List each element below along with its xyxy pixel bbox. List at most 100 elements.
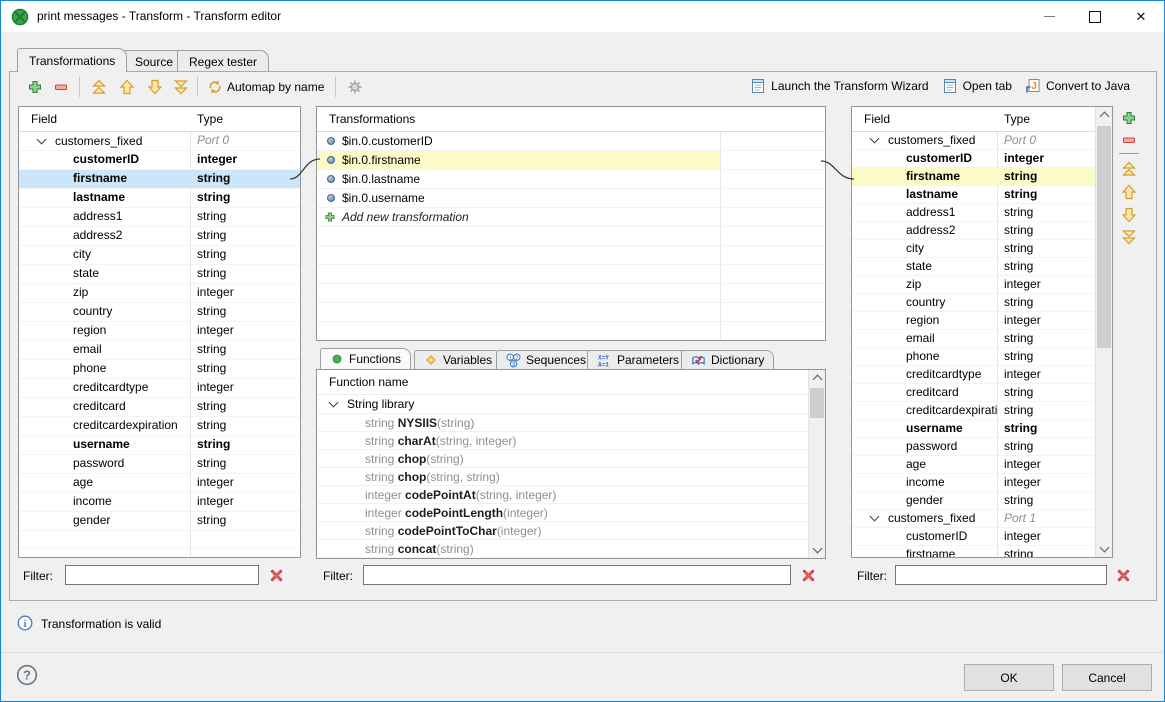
field-row[interactable]: genderstring [852, 492, 1095, 510]
remove-output-field-button[interactable] [1121, 132, 1137, 148]
tab-variables[interactable]: Variables [414, 350, 502, 369]
launch-transform-wizard-button[interactable]: Launch the Transform Wizard [750, 78, 928, 94]
field-row[interactable]: creditcardstring [19, 398, 300, 417]
add-new-transformation-button[interactable]: Add new transformation [317, 208, 825, 227]
field-row[interactable]: lastnamestring [19, 189, 300, 208]
output-table-scrollbar[interactable] [1095, 107, 1112, 557]
clear-filter-icon[interactable] [801, 568, 816, 583]
field-row[interactable]: creditcardstring [852, 384, 1095, 402]
transformation-row[interactable]: $in.0.lastname [317, 170, 825, 189]
function-row[interactable]: string charAt(string, integer) [317, 432, 808, 450]
move-bottom-button[interactable] [173, 79, 189, 95]
collapse-chevron-icon[interactable] [37, 134, 47, 144]
field-row[interactable]: phonestring [19, 360, 300, 379]
functions-filter-input[interactable] [363, 565, 791, 585]
field-row[interactable]: statestring [852, 258, 1095, 276]
add-field-button[interactable] [27, 79, 43, 95]
tab-parameters[interactable]: Parameters [587, 350, 689, 369]
field-row[interactable]: creditcardtypeinteger [19, 379, 300, 398]
collapse-chevron-icon[interactable] [329, 397, 339, 407]
scroll-down-button[interactable] [1096, 541, 1112, 557]
field-row[interactable]: citystring [19, 246, 300, 265]
cancel-button[interactable]: Cancel [1062, 664, 1152, 691]
clear-filter-icon[interactable] [269, 568, 284, 583]
field-row[interactable]: emailstring [19, 341, 300, 360]
scroll-up-button[interactable] [809, 370, 825, 386]
record-group-row[interactable]: customers_fixed Port 1 [852, 510, 1095, 528]
function-row[interactable]: integer codePointLength(integer) [317, 504, 808, 522]
move-output-up-button[interactable] [1121, 184, 1137, 200]
function-row[interactable]: string chop(string, string) [317, 468, 808, 486]
field-row[interactable]: genderstring [19, 512, 300, 531]
function-row[interactable]: string chop(string) [317, 450, 808, 468]
tab-sequences[interactable]: Sequences [496, 350, 596, 369]
field-row[interactable]: passwordstring [852, 438, 1095, 456]
field-row[interactable]: firstnamestring [852, 546, 1095, 558]
field-row[interactable]: emailstring [852, 330, 1095, 348]
output-table-filter-input[interactable] [895, 565, 1107, 585]
field-row[interactable]: citystring [852, 240, 1095, 258]
automap-by-name-button[interactable]: Automap by name [227, 80, 324, 94]
minimize-button[interactable] [1026, 1, 1072, 32]
field-row[interactable]: customerIDinteger [852, 150, 1095, 168]
record-group-row[interactable]: customers_fixed Port 0 [852, 132, 1095, 150]
transformation-row-selected[interactable]: $in.0.firstname [317, 151, 825, 170]
field-row[interactable]: customerIDinteger [19, 151, 300, 170]
open-tab-button[interactable]: Open tab [942, 78, 1012, 94]
field-row[interactable]: address2string [19, 227, 300, 246]
function-row[interactable]: integer codePointAt(string, integer) [317, 486, 808, 504]
field-row[interactable]: ageinteger [852, 456, 1095, 474]
move-top-button[interactable] [91, 79, 107, 95]
function-row[interactable]: string codePointToChar(integer) [317, 522, 808, 540]
field-row[interactable]: incomeinteger [852, 474, 1095, 492]
field-row[interactable]: zipinteger [852, 276, 1095, 294]
convert-to-java-button[interactable]: Convert to Java [1025, 78, 1130, 94]
field-row[interactable]: address2string [852, 222, 1095, 240]
help-button[interactable] [16, 664, 38, 686]
field-row[interactable]: passwordstring [19, 455, 300, 474]
scrollbar-thumb[interactable] [1097, 126, 1111, 348]
field-row[interactable]: ageinteger [19, 474, 300, 493]
tab-regex-tester[interactable]: Regex tester [177, 50, 269, 72]
field-row[interactable]: address1string [852, 204, 1095, 222]
scroll-down-button[interactable] [809, 542, 825, 558]
field-row[interactable]: creditcardtypeinteger [852, 366, 1095, 384]
field-row-highlighted[interactable]: firstnamestring [852, 168, 1095, 186]
function-library-row[interactable]: String library [317, 395, 808, 414]
transformation-row[interactable]: $in.0.username [317, 189, 825, 208]
field-row[interactable]: incomeinteger [19, 493, 300, 512]
clear-filter-icon[interactable] [1116, 568, 1131, 583]
field-row[interactable]: regioninteger [19, 322, 300, 341]
move-output-top-button[interactable] [1121, 161, 1137, 177]
tab-transformations[interactable]: Transformations [17, 48, 127, 72]
function-row[interactable]: string NYSIIS(string) [317, 414, 808, 432]
move-output-bottom-button[interactable] [1121, 229, 1137, 245]
field-row[interactable]: creditcardexpirationstring [852, 402, 1095, 420]
close-button[interactable]: ✕ [1118, 1, 1164, 32]
transformation-row[interactable]: $in.0.customerID [317, 132, 825, 151]
field-row[interactable]: address1string [19, 208, 300, 227]
field-row[interactable]: usernamestring [19, 436, 300, 455]
functions-scrollbar[interactable] [808, 370, 825, 558]
field-row[interactable]: zipinteger [19, 284, 300, 303]
edit-transformation-gear-icon[interactable] [347, 79, 363, 95]
field-row[interactable]: creditcardexpirationstring [19, 417, 300, 436]
scrollbar-track[interactable] [809, 386, 825, 542]
scrollbar-thumb[interactable] [810, 388, 824, 418]
tab-dictionary[interactable]: Dictionary [681, 350, 774, 369]
move-up-button[interactable] [119, 79, 135, 95]
record-group-row[interactable]: customers_fixed Port 0 [19, 132, 300, 151]
field-row[interactable]: usernamestring [852, 420, 1095, 438]
tab-functions[interactable]: Functions [320, 348, 411, 369]
field-row[interactable]: countrystring [852, 294, 1095, 312]
input-table-filter-input[interactable] [65, 565, 259, 585]
field-row[interactable]: countrystring [19, 303, 300, 322]
field-row[interactable]: statestring [19, 265, 300, 284]
collapse-chevron-icon[interactable] [870, 512, 880, 522]
field-row[interactable]: customerIDinteger [852, 528, 1095, 546]
collapse-chevron-icon[interactable] [870, 134, 880, 144]
scroll-up-button[interactable] [1096, 107, 1112, 123]
move-output-down-button[interactable] [1121, 207, 1137, 223]
remove-field-button[interactable] [53, 79, 69, 95]
field-row[interactable]: phonestring [852, 348, 1095, 366]
